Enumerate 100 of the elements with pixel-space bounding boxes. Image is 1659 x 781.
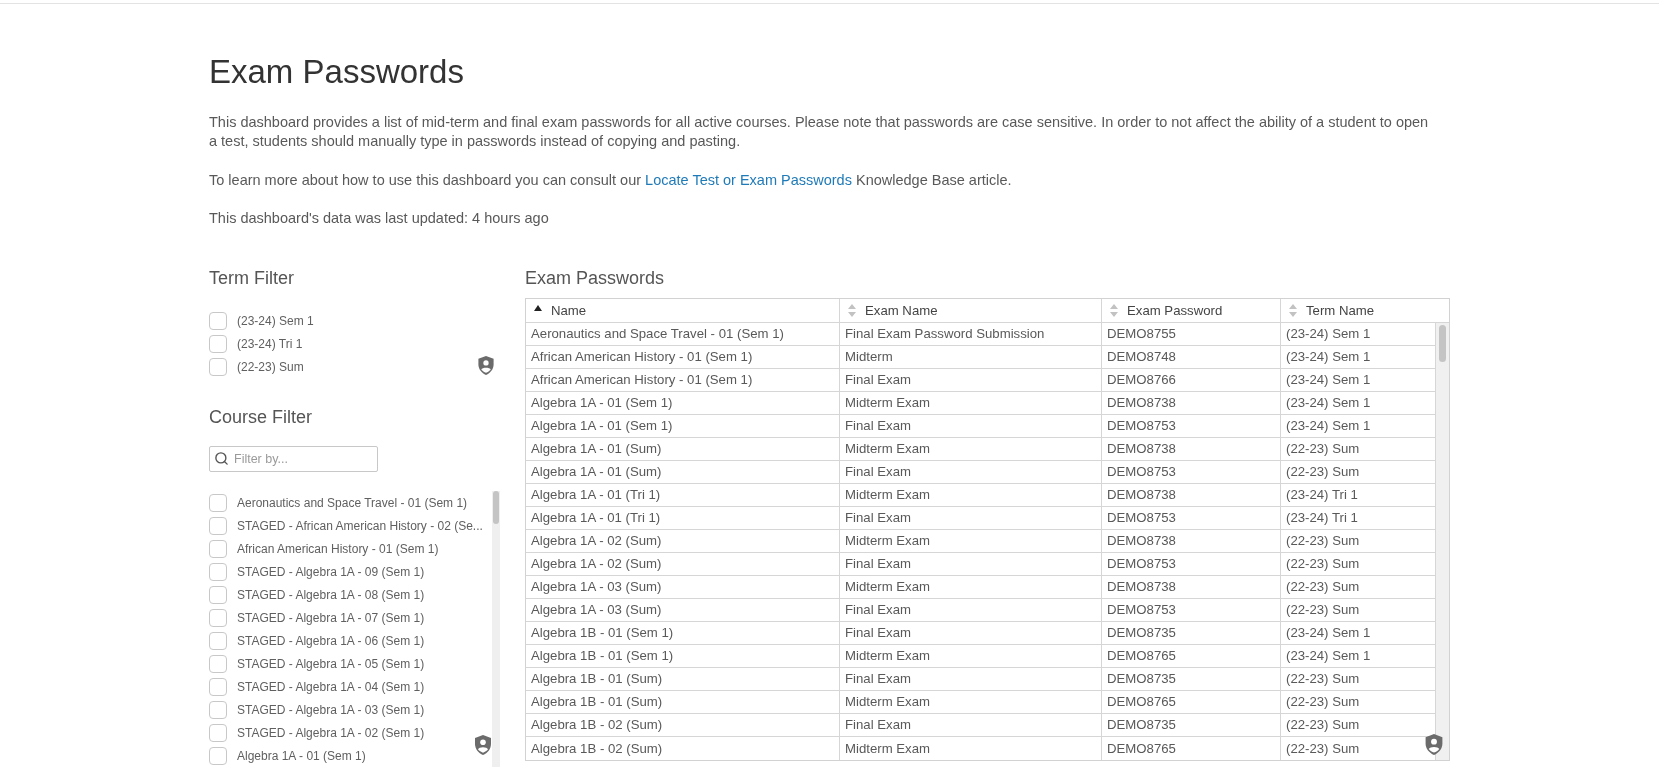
last-updated-text: This dashboard's data was last updated: 4 hours ago xyxy=(209,209,550,228)
checkbox[interactable] xyxy=(209,493,227,512)
filter-option-label[interactable]: STAGED - Algebra 1A - 05 (Sem 1) xyxy=(237,654,425,673)
checkbox[interactable] xyxy=(209,631,227,650)
filter-option-label[interactable]: STAGED - African American History - 02 (Se... xyxy=(237,516,483,535)
table-cell: Aeronautics and Space Travel - 01 (Sem 1) xyxy=(526,323,840,346)
table-cell: Midterm Exam xyxy=(840,438,1102,461)
page-title: Exam Passwords xyxy=(209,52,465,92)
scrollbar-thumb[interactable] xyxy=(493,491,499,524)
table-cell: DEMO8738 xyxy=(1102,392,1281,415)
table-cell: DEMO8753 xyxy=(1102,415,1281,438)
table-cell: Algebra 1B - 01 (Sum) xyxy=(526,668,840,691)
table-cell: DEMO8735 xyxy=(1102,714,1281,737)
table-cell: Algebra 1A - 01 (Tri 1) xyxy=(526,484,840,507)
column-header[interactable]: Exam Password xyxy=(1102,299,1281,322)
table-cell: DEMO8738 xyxy=(1102,484,1281,507)
table-cell: Algebra 1A - 03 (Sum) xyxy=(526,599,840,622)
table-cell: Midterm Exam xyxy=(840,645,1102,668)
help-text: To learn more about how to use this dashboard you can consult our Locate Test or Exam Passwords Knowledge Base article. xyxy=(209,171,1013,190)
table-cell: Algebra 1A - 01 (Sum) xyxy=(526,438,840,461)
description-text: This dashboard provides a list of mid-term and final exam passwords for all active courses. Please note that passwords are case sensitive. In order to not affect the ability of a student to open a test, students should manually type in passwords instead of copying and pasting. xyxy=(209,113,1430,151)
table-cell: African American History - 01 (Sem 1) xyxy=(526,369,840,392)
shield-person-icon xyxy=(477,356,495,375)
checkbox[interactable] xyxy=(209,516,227,535)
table-cell: Algebra 1A - 01 (Sem 1) xyxy=(526,392,840,415)
scrollbar[interactable] xyxy=(1436,323,1449,760)
filter-option-label[interactable]: Algebra 1A - 01 (Sem 1) xyxy=(237,746,366,765)
checkbox[interactable] xyxy=(209,700,227,719)
table-cell: Midterm Exam xyxy=(840,691,1102,714)
checkbox[interactable] xyxy=(209,608,227,627)
table-cell: African American History - 01 (Sem 1) xyxy=(526,346,840,369)
table-cell: DEMO8766 xyxy=(1102,369,1281,392)
filter-option-label[interactable]: STAGED - Algebra 1A - 09 (Sem 1) xyxy=(237,562,425,581)
table-cell: Final Exam xyxy=(840,668,1102,691)
shield-person-icon xyxy=(474,735,492,755)
filter-option-label[interactable]: (22-23) Sum xyxy=(237,357,304,376)
checkbox[interactable] xyxy=(209,677,227,696)
scrollbar-thumb[interactable] xyxy=(1439,325,1446,362)
table-cell: Midterm Exam xyxy=(840,392,1102,415)
table-cell: DEMO8765 xyxy=(1102,645,1281,668)
table-cell: Midterm Exam xyxy=(840,484,1102,507)
checkbox[interactable] xyxy=(209,311,227,330)
filter-option-label[interactable]: African American History - 01 (Sem 1) xyxy=(237,539,439,558)
column-header[interactable]: Name xyxy=(526,299,840,322)
checkbox[interactable] xyxy=(209,585,227,604)
table-cell: Final Exam xyxy=(840,369,1102,392)
filter-option-label[interactable]: (23-24) Sem 1 xyxy=(237,311,314,330)
table-cell: DEMO8738 xyxy=(1102,576,1281,599)
table-cell: Algebra 1A - 02 (Sum) xyxy=(526,530,840,553)
filter-option-label[interactable]: STAGED - Algebra 1A - 07 (Sem 1) xyxy=(237,608,425,627)
table-cell: Midterm Exam xyxy=(840,737,1102,760)
table-cell: DEMO8738 xyxy=(1102,530,1281,553)
table-cell: DEMO8735 xyxy=(1102,668,1281,691)
table-cell: Final Exam xyxy=(840,461,1102,484)
column-header[interactable]: Term Name xyxy=(1281,299,1449,322)
checkbox[interactable] xyxy=(209,746,227,765)
table-cell: Final Exam xyxy=(840,622,1102,645)
table-cell: DEMO8755 xyxy=(1102,323,1281,346)
table-cell: DEMO8753 xyxy=(1102,507,1281,530)
checkbox[interactable] xyxy=(209,357,227,376)
table-cell: DEMO8735 xyxy=(1102,622,1281,645)
table-cell: Final Exam xyxy=(840,599,1102,622)
checkbox[interactable] xyxy=(209,539,227,558)
table-cell: Algebra 1A - 02 (Sum) xyxy=(526,553,840,576)
filter-option-label[interactable]: STAGED - Algebra 1A - 03 (Sem 1) xyxy=(237,700,425,719)
table-cell: Algebra 1A - 01 (Sum) xyxy=(526,461,840,484)
shield-person-icon xyxy=(1425,734,1443,755)
table-cell: Final Exam xyxy=(840,507,1102,530)
table-cell: DEMO8738 xyxy=(1102,438,1281,461)
checkbox[interactable] xyxy=(209,334,227,353)
section-heading: Exam Passwords xyxy=(525,267,666,290)
table-cell: Final Exam Password Submission xyxy=(840,323,1102,346)
table-cell: Algebra 1A - 01 (Tri 1) xyxy=(526,507,840,530)
filter-option-label[interactable]: STAGED - Algebra 1A - 02 (Sem 1) xyxy=(237,723,425,742)
filter-option-label[interactable]: STAGED - Algebra 1A - 06 (Sem 1) xyxy=(237,631,425,650)
knowledge-base-link[interactable]: Locate Test or Exam Passwords xyxy=(645,172,852,188)
table-cell: DEMO8753 xyxy=(1102,553,1281,576)
table-cell: DEMO8765 xyxy=(1102,737,1281,760)
checkbox[interactable] xyxy=(209,723,227,742)
table-cell: Algebra 1B - 02 (Sum) xyxy=(526,737,840,760)
table-cell: DEMO8765 xyxy=(1102,691,1281,714)
table-cell: Algebra 1B - 01 (Sem 1) xyxy=(526,622,840,645)
search-icon xyxy=(214,451,229,466)
table-cell: Final Exam xyxy=(840,553,1102,576)
scrollbar[interactable] xyxy=(492,491,500,767)
table-cell: Midterm Exam xyxy=(840,576,1102,599)
search-field[interactable]: Filter by... xyxy=(209,446,378,472)
section-heading: Course Filter xyxy=(209,406,314,429)
table-cell: DEMO8748 xyxy=(1102,346,1281,369)
checkbox[interactable] xyxy=(209,654,227,673)
table-cell: Algebra 1A - 03 (Sum) xyxy=(526,576,840,599)
table-cell: DEMO8753 xyxy=(1102,599,1281,622)
checkbox[interactable] xyxy=(209,562,227,581)
table-cell: Algebra 1B - 02 (Sum) xyxy=(526,714,840,737)
filter-option-label[interactable]: STAGED - Algebra 1A - 08 (Sem 1) xyxy=(237,585,425,604)
column-header[interactable]: Exam Name xyxy=(840,299,1102,322)
filter-option-label[interactable]: Aeronautics and Space Travel - 01 (Sem 1) xyxy=(237,493,468,512)
table-cell: Algebra 1B - 01 (Sem 1) xyxy=(526,645,840,668)
filter-option-label[interactable]: (23-24) Tri 1 xyxy=(237,334,303,353)
filter-option-label[interactable]: STAGED - Algebra 1A - 04 (Sem 1) xyxy=(237,677,425,696)
